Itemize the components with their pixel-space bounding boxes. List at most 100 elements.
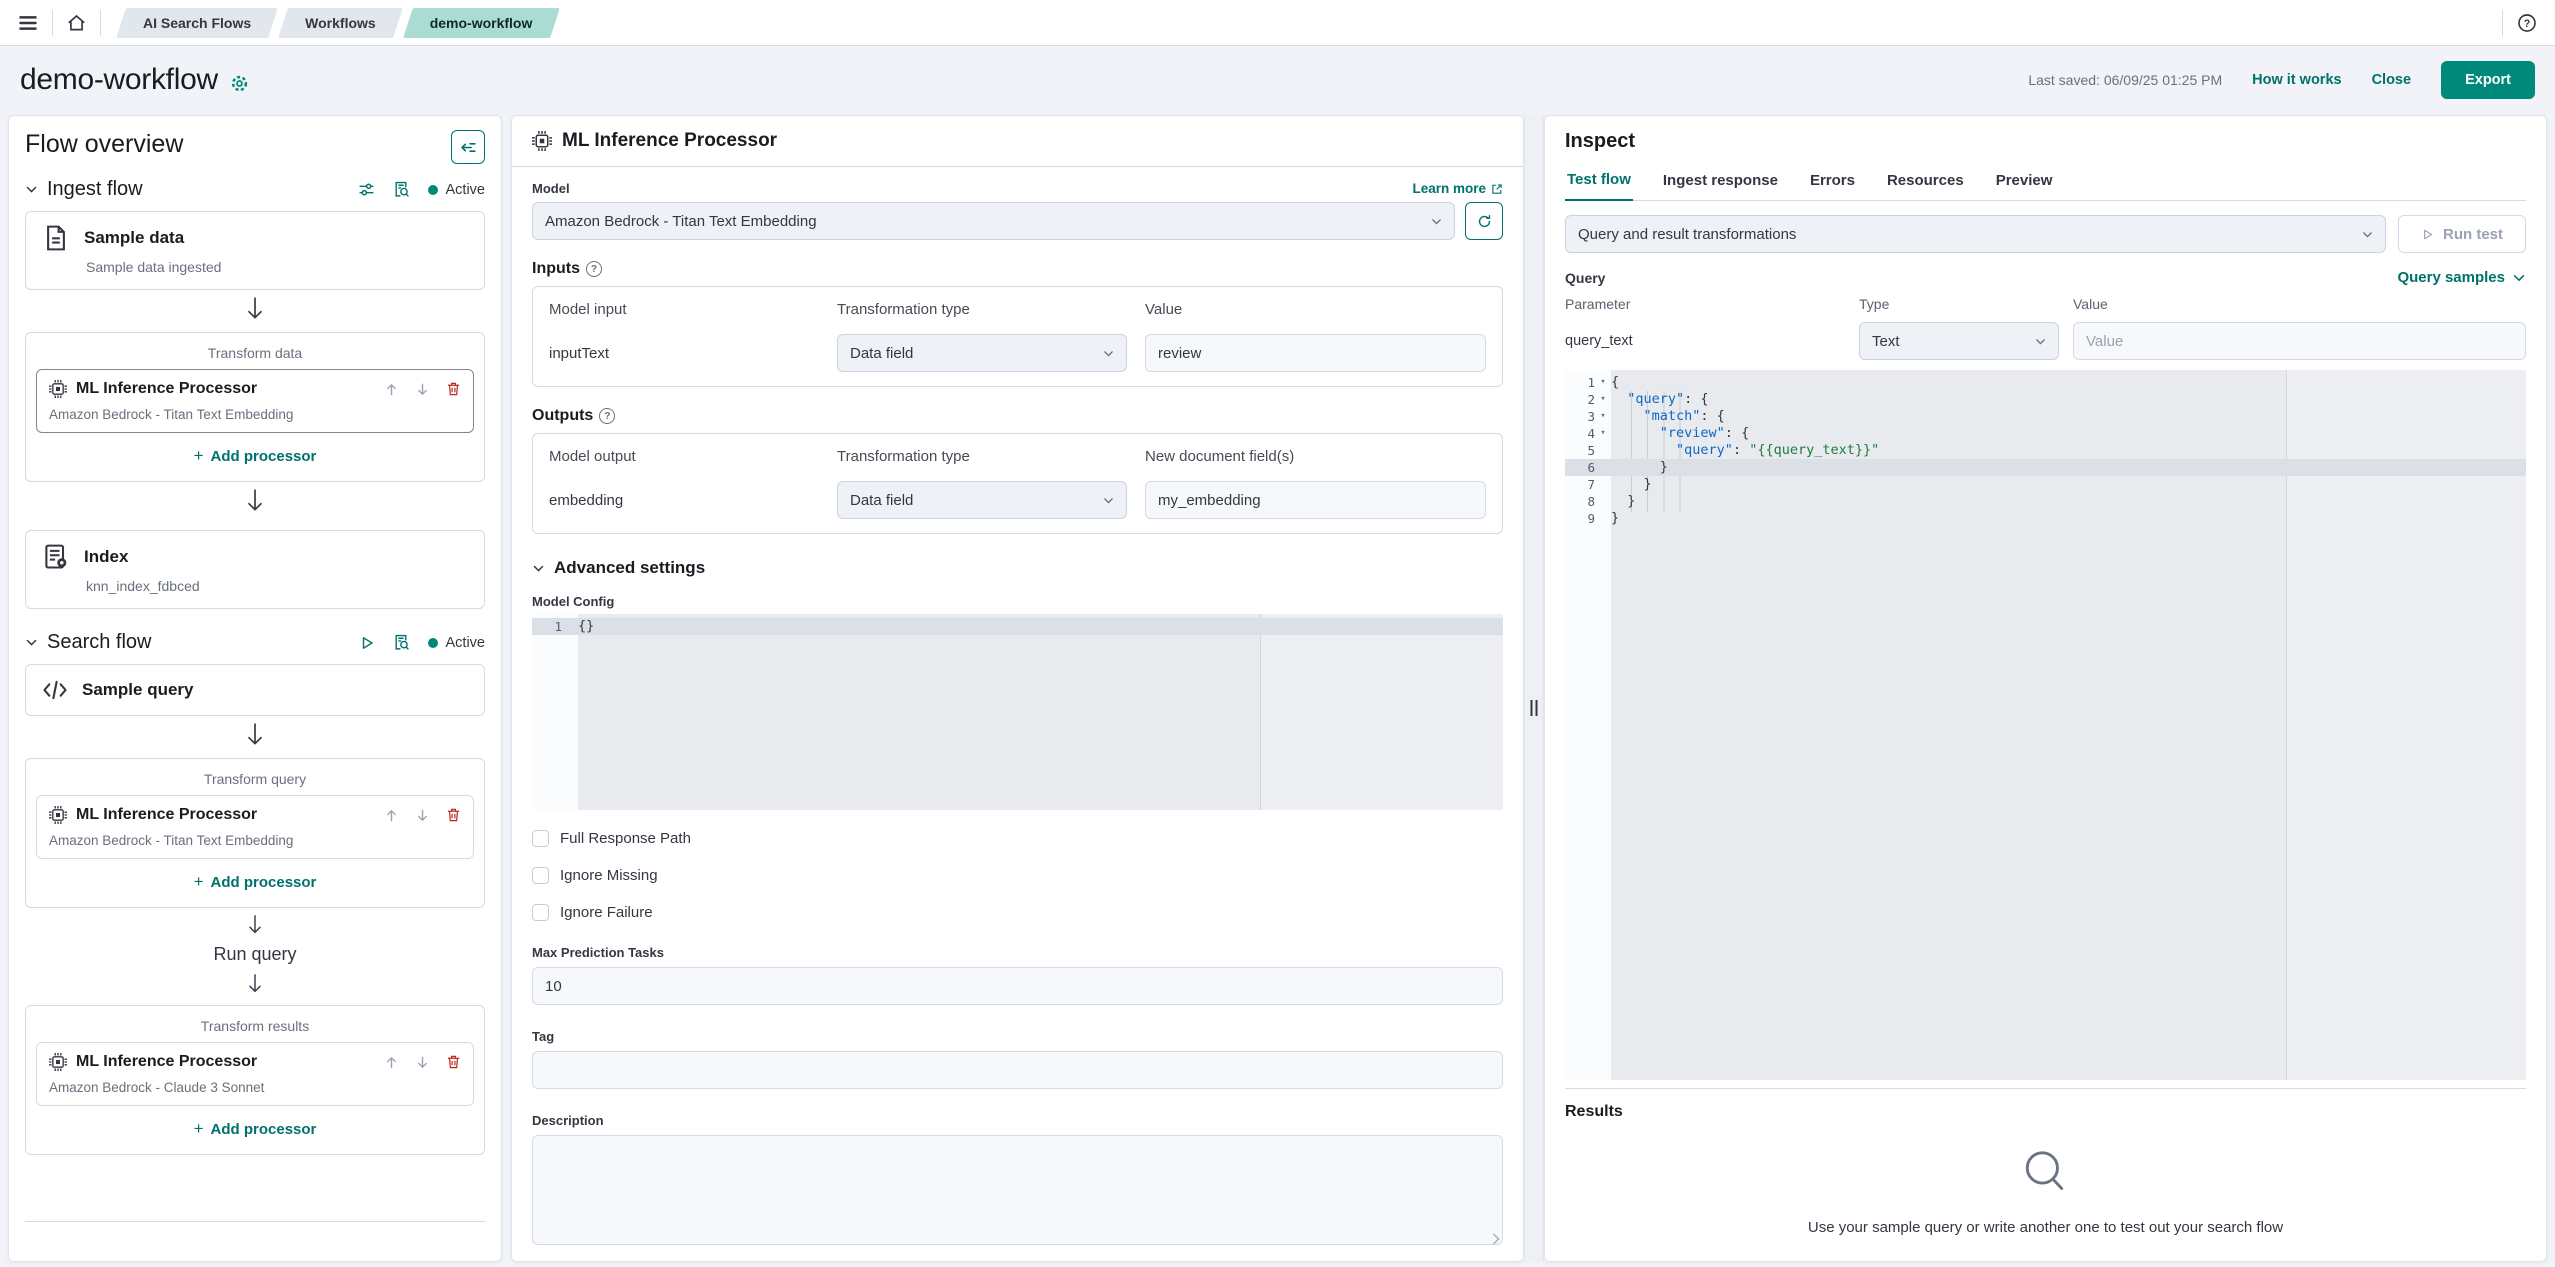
node-title: Sample data — [84, 228, 184, 248]
tab-resources[interactable]: Resources — [1885, 165, 1966, 200]
code-line[interactable]: 8 } — [1565, 493, 2526, 510]
move-up-icon[interactable] — [384, 382, 399, 397]
chevron-down-icon[interactable] — [25, 636, 38, 649]
ingest-ml-processor-node[interactable]: ML Inference Processor Amazon Bedrock - … — [36, 369, 474, 433]
move-down-icon[interactable] — [415, 808, 430, 823]
full-response-path-checkbox[interactable] — [532, 830, 549, 847]
parameter-value-field[interactable] — [2073, 322, 2526, 360]
column-header: New document field(s) — [1145, 448, 1486, 465]
add-processor-button[interactable]: + Add processor — [36, 1119, 474, 1139]
advanced-settings-toggle[interactable]: Advanced settings — [532, 558, 705, 578]
model-config-editor[interactable]: 1{} — [532, 614, 1503, 810]
delete-trash-icon[interactable] — [446, 807, 461, 823]
query-samples-dropdown[interactable]: Query samples — [2397, 269, 2526, 286]
code-line[interactable]: 5 "query": "{{query_text}}" — [1565, 442, 2526, 459]
code-line[interactable]: 9} — [1565, 510, 2526, 527]
tab-preview[interactable]: Preview — [1994, 165, 2055, 200]
tab-test-flow[interactable]: Test flow — [1565, 165, 1633, 201]
node-title: Index — [84, 547, 128, 567]
transform-query-group: Transform query ML Inference Processor A… — [25, 758, 485, 908]
node-subtitle: knn_index_fdbced — [86, 578, 468, 594]
help-tooltip-icon[interactable]: ? — [586, 261, 602, 277]
tag-field[interactable] — [532, 1051, 1503, 1089]
results-label: Results — [1565, 1103, 2526, 1121]
help-tooltip-icon[interactable]: ? — [599, 408, 615, 424]
panel-resizer[interactable] — [1524, 115, 1544, 1262]
close-link[interactable]: Close — [2372, 72, 2412, 88]
chevron-down-icon — [1102, 494, 1115, 507]
input-transformation-type-select[interactable]: Data field — [837, 334, 1127, 372]
tab-errors[interactable]: Errors — [1808, 165, 1857, 200]
move-up-icon[interactable] — [384, 808, 399, 823]
max-prediction-tasks-field[interactable] — [532, 967, 1503, 1005]
chevron-down-icon — [1102, 347, 1115, 360]
run-test-button[interactable]: Run test — [2398, 215, 2526, 253]
results-empty-message: Use your sample query or write another o… — [1808, 1219, 2283, 1236]
delete-trash-icon[interactable] — [446, 381, 461, 397]
breadcrumb-workflows[interactable]: Workflows — [283, 8, 398, 38]
code-line[interactable]: 6 } — [1565, 459, 2526, 476]
query-json-editor[interactable]: 1▾{2▾ "query": {3▾ "match": {4▾ "review"… — [1565, 370, 2526, 1080]
home-icon[interactable] — [67, 13, 86, 32]
move-up-icon[interactable] — [384, 1055, 399, 1070]
code-line[interactable]: 2▾ "query": { — [1565, 391, 2526, 408]
chevron-down-icon[interactable] — [25, 183, 38, 196]
ignore-missing-checkbox[interactable] — [532, 867, 549, 884]
chip-icon — [49, 380, 67, 398]
help-icon[interactable]: ? — [2517, 13, 2537, 33]
collapse-panel-icon[interactable] — [451, 130, 485, 164]
query-label: Query — [1565, 270, 1605, 286]
add-processor-button[interactable]: + Add processor — [36, 446, 474, 466]
group-label: Transform results — [36, 1018, 474, 1034]
ingest-flow-title: Ingest flow — [47, 178, 143, 201]
how-it-works-link[interactable]: How it works — [2252, 72, 2341, 88]
move-down-icon[interactable] — [415, 1055, 430, 1070]
inspect-panel: Inspect Test flow Ingest response Errors… — [1544, 115, 2547, 1262]
input-value-field[interactable] — [1145, 334, 1486, 372]
code-line[interactable]: 3▾ "match": { — [1565, 408, 2526, 425]
sample-query-node[interactable]: Sample query — [25, 664, 485, 716]
parameter-type-select[interactable]: Text — [1859, 322, 2059, 360]
processor-config-title: ML Inference Processor — [562, 130, 777, 152]
search-run-play-icon[interactable] — [359, 635, 375, 651]
refresh-models-icon[interactable] — [1465, 202, 1503, 240]
sample-data-node[interactable]: Sample data Sample data ingested — [25, 211, 485, 290]
resizer-grip-icon[interactable] — [1531, 700, 1538, 716]
add-processor-button[interactable]: + Add processor — [36, 872, 474, 892]
group-label: Transform query — [36, 771, 474, 787]
ignore-missing-option: Ignore Missing — [532, 867, 1503, 884]
ingest-inspect-icon[interactable] — [393, 181, 410, 198]
ingest-settings-sliders-icon[interactable] — [358, 181, 375, 198]
column-header: Transformation type — [837, 448, 1127, 465]
query-ml-processor-node[interactable]: ML Inference Processor Amazon Bedrock - … — [36, 795, 474, 859]
code-line[interactable]: 7 } — [1565, 476, 2526, 493]
move-down-icon[interactable] — [415, 382, 430, 397]
flow-overview-footer-divider — [25, 1221, 485, 1247]
learn-more-link[interactable]: Learn more — [1412, 181, 1503, 196]
index-node[interactable]: Index knn_index_fdbced — [25, 530, 485, 609]
tab-ingest-response[interactable]: Ingest response — [1661, 165, 1780, 200]
flow-arrow-down-icon — [25, 296, 485, 322]
export-button[interactable]: Export — [2441, 61, 2535, 99]
results-divider — [1565, 1088, 2526, 1089]
workflow-settings-gear-icon[interactable] — [230, 74, 249, 93]
breadcrumb-demo-workflow[interactable]: demo-workflow — [408, 8, 555, 38]
description-field[interactable] — [532, 1135, 1503, 1245]
code-line[interactable]: 1▾{ — [1565, 374, 2526, 391]
top-navigation-bar: AI Search Flows Workflows demo-workflow … — [0, 0, 2555, 46]
code-line[interactable]: 1{} — [532, 618, 1503, 635]
menu-icon[interactable] — [18, 13, 38, 33]
output-transformation-type-select[interactable]: Data field — [837, 481, 1127, 519]
transformation-scope-select[interactable]: Query and result transformations — [1565, 215, 2386, 253]
model-output-name: embedding — [549, 492, 819, 509]
code-line[interactable]: 4▾ "review": { — [1565, 425, 2526, 442]
output-field-name-field[interactable] — [1145, 481, 1486, 519]
model-select[interactable]: Amazon Bedrock - Titan Text Embedding — [532, 202, 1455, 240]
chevron-down-icon — [532, 562, 545, 575]
search-inspect-icon[interactable] — [393, 634, 410, 651]
delete-trash-icon[interactable] — [446, 1054, 461, 1070]
ignore-failure-checkbox[interactable] — [532, 904, 549, 921]
breadcrumb: AI Search Flows Workflows demo-workflow — [121, 8, 554, 38]
results-ml-processor-node[interactable]: ML Inference Processor Amazon Bedrock - … — [36, 1042, 474, 1106]
breadcrumb-ai-search-flows[interactable]: AI Search Flows — [121, 8, 273, 38]
